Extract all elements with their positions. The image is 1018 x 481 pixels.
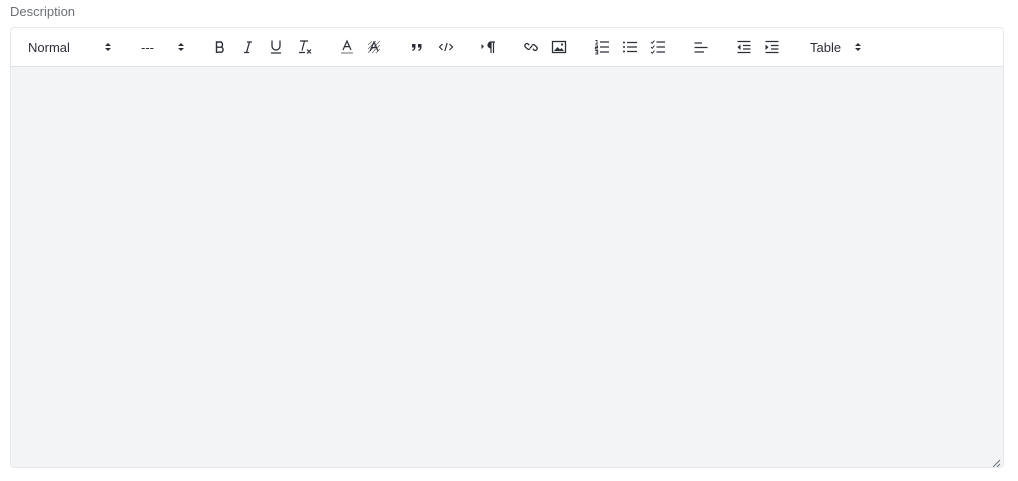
table-picker-value: Table [810, 39, 842, 55]
highlight-icon [366, 39, 382, 55]
indent-icon [764, 40, 780, 54]
clear-format-icon [297, 39, 313, 55]
header-picker[interactable]: Normal [28, 37, 112, 57]
bullet-list-button[interactable] [621, 37, 639, 57]
indent-button[interactable] [763, 37, 781, 57]
bold-icon [213, 40, 227, 54]
text-direction-button[interactable] [479, 37, 499, 57]
check-list-icon [650, 39, 666, 55]
editor-content-area[interactable] [11, 67, 1003, 467]
background-color-button[interactable] [365, 37, 383, 57]
table-picker[interactable]: Table [810, 37, 862, 57]
outdent-icon [736, 40, 752, 54]
quote-icon [410, 41, 424, 53]
code-icon [438, 41, 454, 53]
up-down-caret-icon [177, 40, 185, 57]
check-list-button[interactable] [649, 37, 667, 57]
editor-toolbar: Normal --- Table [11, 28, 1003, 67]
size-picker[interactable]: --- [141, 37, 185, 57]
image-icon [551, 40, 567, 54]
italic-button[interactable] [239, 37, 257, 57]
bullet-list-icon [622, 40, 638, 54]
blockquote-button[interactable] [408, 37, 426, 57]
underline-icon [269, 39, 283, 55]
resize-handle-icon[interactable] [991, 455, 1001, 467]
up-down-caret-icon [854, 40, 862, 57]
header-picker-value: Normal [28, 39, 70, 55]
underline-button[interactable] [267, 37, 285, 57]
clear-formatting-button[interactable] [295, 37, 315, 57]
align-button[interactable] [692, 37, 710, 57]
outdent-button[interactable] [735, 37, 753, 57]
size-picker-value: --- [141, 39, 154, 55]
text-color-button[interactable] [338, 37, 356, 57]
code-button[interactable] [437, 37, 455, 57]
image-button[interactable] [550, 37, 568, 57]
ordered-list-button[interactable] [593, 37, 611, 57]
paragraph-direction-icon [480, 40, 498, 54]
bold-button[interactable] [211, 37, 229, 57]
link-icon [523, 39, 539, 55]
link-button[interactable] [522, 37, 540, 57]
ordered-list-icon [594, 39, 610, 55]
text-color-icon [340, 39, 354, 55]
align-left-icon [693, 40, 709, 54]
description-label: Description [10, 4, 76, 19]
italic-icon [241, 40, 255, 54]
up-down-caret-icon [104, 40, 112, 57]
rich-text-editor: Normal --- Table [10, 27, 1004, 468]
